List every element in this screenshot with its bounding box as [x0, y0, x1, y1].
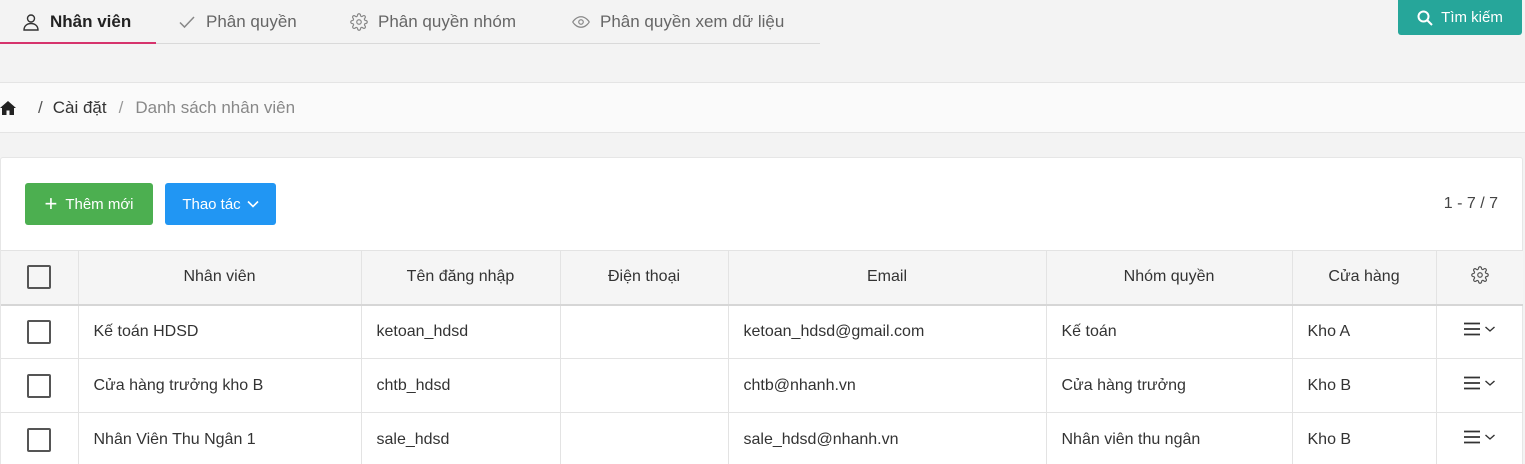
- cell-staff-name[interactable]: Cửa hàng trưởng kho B: [78, 358, 362, 413]
- row-menu-button[interactable]: [1463, 376, 1496, 390]
- cell-email: ketoan_hdsd@gmail.com: [728, 304, 1047, 359]
- chevron-down-icon: [1484, 434, 1495, 440]
- column-settings-cell: [1436, 250, 1523, 306]
- row-actions-cell: [1436, 358, 1523, 413]
- row-checkbox-cell: [1, 304, 79, 359]
- chevron-down-icon: [1484, 326, 1495, 333]
- cell-store: Kho B: [1292, 412, 1437, 464]
- pagination-info: 1 - 7 / 7: [1443, 195, 1498, 212]
- cell-group: Kế toán: [1046, 304, 1293, 359]
- cell-phone: [560, 358, 729, 413]
- chevron-down-icon: [247, 200, 259, 208]
- row-actions-cell: [1436, 412, 1523, 464]
- cell-username: chtb_hdsd: [361, 358, 561, 413]
- table-row: Nhân Viên Thu Ngân 1 sale_hdsd sale_hdsd…: [1, 412, 1523, 464]
- menu-icon: [1463, 322, 1480, 336]
- tab-label: Nhân viên: [50, 11, 132, 31]
- tab-phan-quyen-xem-du-lieu[interactable]: Phân quyền xem dữ liệu: [550, 0, 810, 43]
- actions-label: Thao tác: [182, 195, 241, 213]
- gear-icon[interactable]: [1470, 265, 1489, 284]
- cell-username: sale_hdsd: [361, 412, 561, 464]
- cell-store: Kho A: [1292, 304, 1437, 359]
- row-checkbox[interactable]: [27, 373, 52, 398]
- cell-email: chtb@nhanh.vn: [728, 358, 1047, 413]
- staff-table: Nhân viên Tên đăng nhập Điện thoại Email…: [1, 250, 1523, 464]
- breadcrumb-current: Danh sách nhân viên: [135, 97, 296, 117]
- row-checkbox-cell: [1, 358, 79, 413]
- column-header-email[interactable]: Email: [728, 250, 1047, 306]
- row-menu-button[interactable]: [1463, 430, 1496, 444]
- column-header-username[interactable]: Tên đăng nhập: [361, 250, 561, 306]
- search-icon: [1417, 10, 1433, 26]
- gear-icon: [350, 12, 368, 31]
- select-all-checkbox[interactable]: [27, 265, 52, 290]
- row-checkbox[interactable]: [27, 319, 52, 344]
- toolbar: + Thêm mới Thao tác: [25, 183, 276, 225]
- breadcrumb-separator: /: [38, 97, 43, 117]
- tab-label: Phân quyền: [206, 11, 297, 31]
- add-new-button[interactable]: + Thêm mới: [25, 183, 153, 225]
- search-button[interactable]: Tìm kiếm: [1398, 0, 1522, 35]
- column-header-staff[interactable]: Nhân viên: [78, 250, 362, 306]
- cell-group: Nhân viên thu ngân: [1046, 412, 1293, 464]
- cell-phone: [560, 304, 729, 359]
- plus-icon: +: [44, 191, 58, 216]
- table-header-row: Nhân viên Tên đăng nhập Điện thoại Email…: [1, 250, 1523, 306]
- column-header-phone[interactable]: Điện thoại: [560, 250, 729, 306]
- cell-staff-name[interactable]: Kế toán HDSD: [78, 304, 362, 359]
- breadcrumb: / Cài đặt / Danh sách nhân viên: [0, 82, 1525, 133]
- add-new-label: Thêm mới: [65, 195, 134, 213]
- tab-phan-quyen-nhom[interactable]: Phân quyền nhóm: [328, 0, 550, 43]
- row-checkbox[interactable]: [27, 427, 52, 452]
- staff-list-card: + Thêm mới Thao tác 1 - 7 / 7 Nhân viên …: [0, 157, 1523, 464]
- tab-label: Phân quyền xem dữ liệu: [600, 11, 785, 31]
- table-row: Kế toán HDSD ketoan_hdsd ketoan_hdsd@gma…: [1, 304, 1523, 359]
- row-actions-cell: [1436, 304, 1523, 359]
- cell-phone: [560, 412, 729, 464]
- tab-phan-quyen[interactable]: Phân quyền: [156, 0, 328, 43]
- eye-icon: [572, 13, 590, 31]
- row-checkbox-cell: [1, 412, 79, 464]
- search-button-label: Tìm kiếm: [1441, 9, 1503, 26]
- cell-email: sale_hdsd@nhanh.vn: [728, 412, 1047, 464]
- actions-dropdown-button[interactable]: Thao tác: [165, 183, 276, 225]
- row-menu-button[interactable]: [1463, 322, 1496, 336]
- top-tabs: Nhân viên Phân quyền Phân quyền nhóm Phâ…: [0, 0, 820, 44]
- cell-staff-name[interactable]: Nhân Viên Thu Ngân 1: [78, 412, 362, 464]
- user-icon: [22, 13, 40, 31]
- tab-nhan-vien[interactable]: Nhân viên: [0, 0, 156, 44]
- breadcrumb-settings-link[interactable]: Cài đặt: [53, 98, 107, 118]
- cell-username: ketoan_hdsd: [361, 304, 561, 359]
- menu-icon: [1463, 430, 1480, 444]
- select-all-cell: [1, 250, 79, 306]
- tab-label: Phân quyền nhóm: [378, 11, 516, 31]
- check-icon: [178, 13, 196, 31]
- chevron-down-icon: [1484, 380, 1495, 386]
- menu-icon: [1463, 376, 1480, 390]
- cell-store: Kho B: [1292, 358, 1437, 413]
- breadcrumb-separator: /: [118, 97, 124, 117]
- home-icon[interactable]: [0, 100, 16, 115]
- column-header-group[interactable]: Nhóm quyền: [1046, 250, 1293, 306]
- cell-group: Cửa hàng trưởng: [1046, 358, 1293, 413]
- column-header-store[interactable]: Cửa hàng: [1292, 250, 1437, 306]
- table-row: Cửa hàng trưởng kho B chtb_hdsd chtb@nha…: [1, 358, 1523, 413]
